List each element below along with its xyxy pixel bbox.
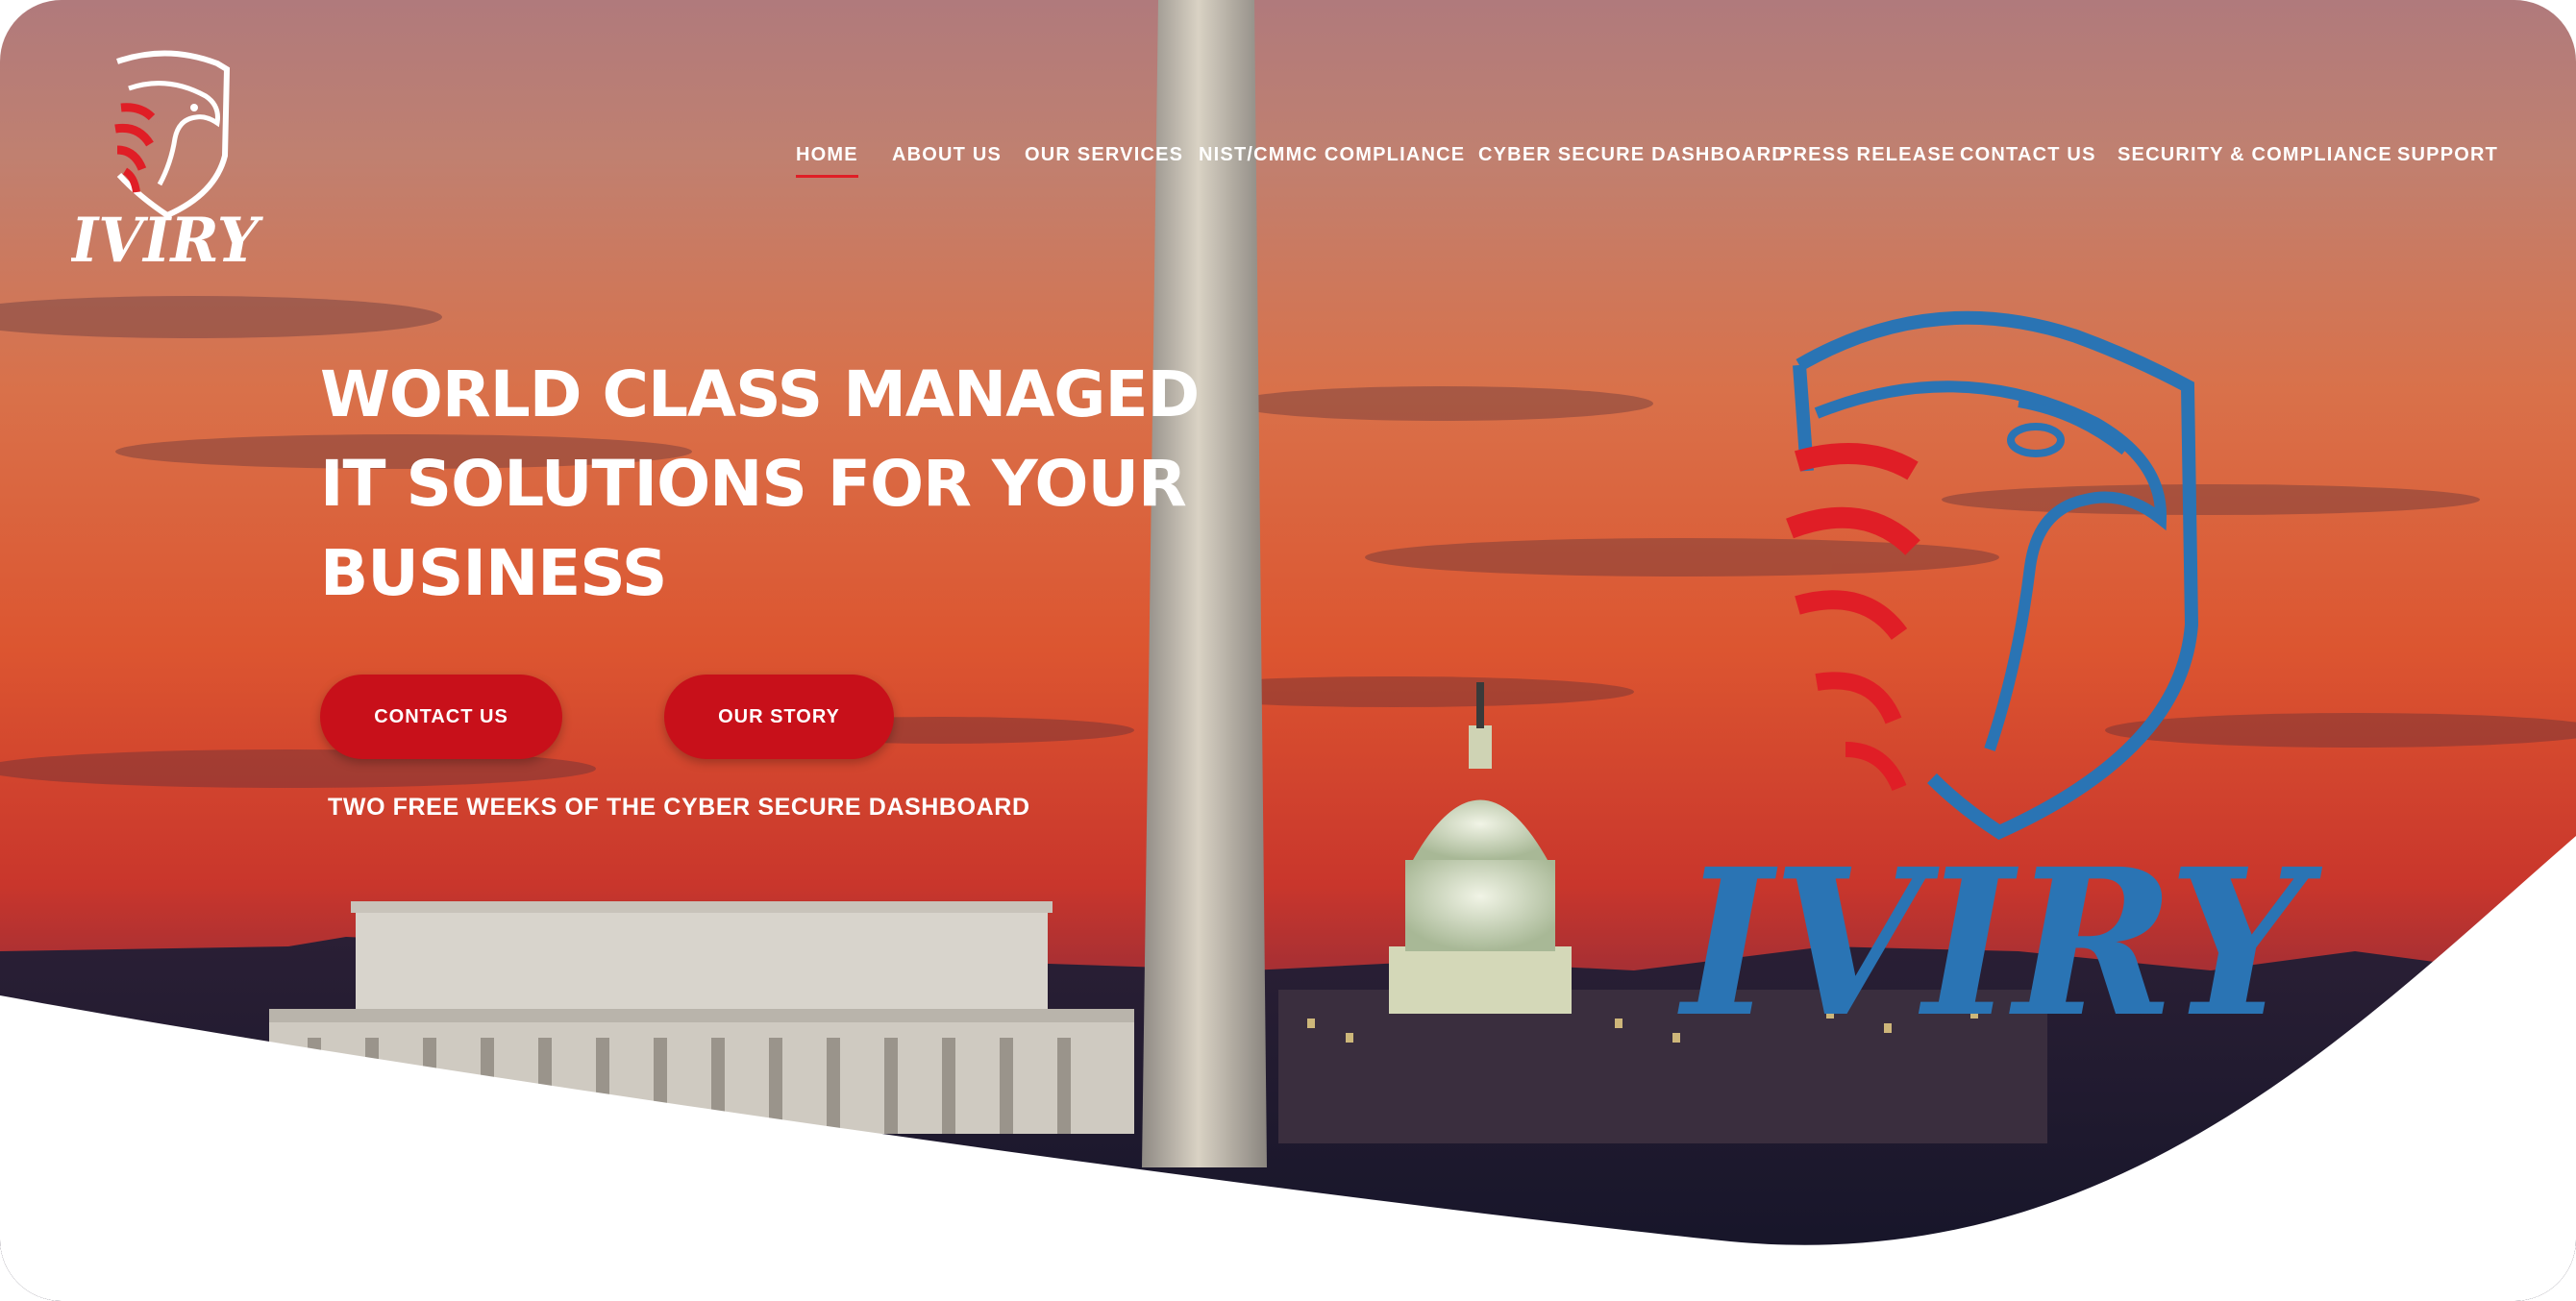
nav-home[interactable]: HOME (796, 144, 858, 178)
promo-text: TWO FREE WEEKS OF THE CYBER SECURE DASHB… (328, 794, 1030, 821)
nav-our-services[interactable]: OUR SERVICES (1025, 144, 1183, 166)
large-logo-wordmark: IVIRY (1677, 824, 2322, 1028)
hero-headline-line-3: BUSINESS (320, 536, 667, 610)
hero-headline-line-2: IT SOLUTIONS FOR YOUR (320, 447, 1187, 521)
our-story-button[interactable]: OUR STORY (664, 675, 894, 759)
nav-security-compliance[interactable]: SECURITY & COMPLIANCE (2118, 144, 2392, 166)
nav-nist-cmmc-compliance[interactable]: NIST/CMMC COMPLIANCE (1199, 144, 1465, 166)
nav-about-us[interactable]: ABOUT US (892, 144, 1002, 166)
nav-cyber-secure-dashboard[interactable]: CYBER SECURE DASHBOARD (1478, 144, 1787, 166)
nav-contact-us[interactable]: CONTACT US (1960, 144, 2096, 166)
nav-support[interactable]: SUPPORT (2397, 144, 2498, 166)
hero-headline-line-1: WORLD CLASS MANAGED (320, 357, 1200, 431)
contact-us-button[interactable]: CONTACT US (320, 675, 562, 759)
homepage: IVIRY HOME ABOUT US OUR SERVICES NIST/CM… (0, 0, 2576, 1301)
nav-press-release[interactable]: PRESS RELEASE (1779, 144, 1955, 166)
hero-headline: WORLD CLASS MANAGED IT SOLUTIONS FOR YOU… (320, 350, 1200, 618)
eagle-shield-logo-icon (114, 50, 231, 219)
main-nav: HOME ABOUT US OUR SERVICES NIST/CMMC COM… (0, 144, 2576, 183)
logo-wordmark: IVIRY (71, 205, 263, 271)
eagle-shield-logo-icon (1786, 310, 2199, 840)
iviry-large-logo: IVIRY (1677, 310, 2322, 1028)
